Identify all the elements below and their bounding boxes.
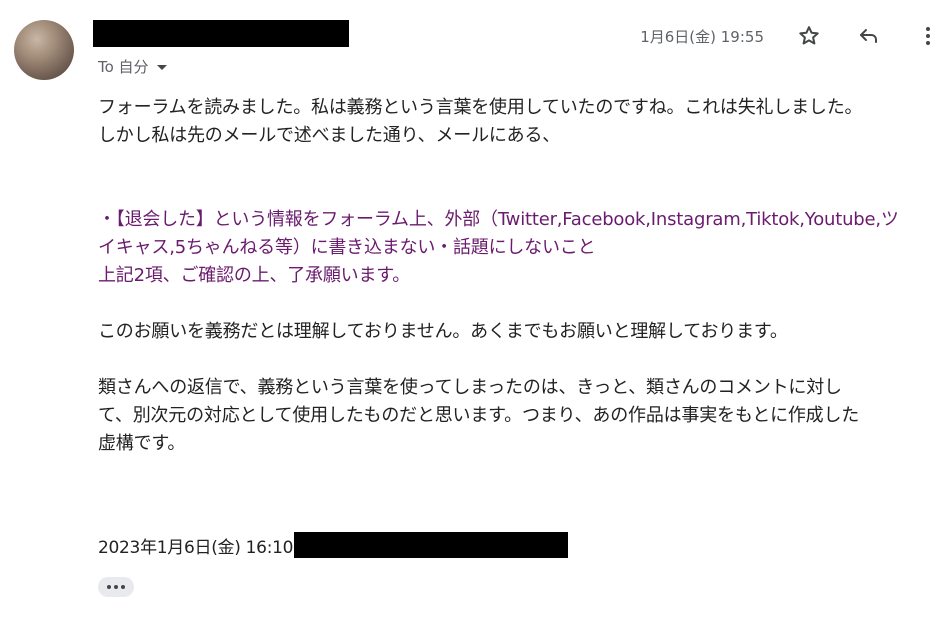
ellipsis-icon (107, 585, 111, 589)
quoted-header-date: 2023年1月6日(金) 16:10 (98, 537, 294, 558)
reply-icon (860, 29, 877, 43)
blank-space (98, 346, 944, 374)
message-date: 1月6日(金) 19:55 (640, 28, 764, 46)
body-line: 類さんへの返信で、義務という言葉を使ってしまったのは、きっと、類さんのコメントに… (98, 377, 842, 398)
body-paragraph: このお願いを義務だとは理解しておりません。あくまでもお願いと理解しております。 (98, 321, 788, 342)
sender-name-redacted (93, 20, 349, 47)
body-line: 虚構です。 (98, 433, 186, 454)
more-options-button[interactable] (914, 22, 942, 50)
recipient-details-toggle[interactable]: To 自分 (98, 56, 167, 76)
star-button[interactable] (795, 22, 823, 50)
ellipsis-icon (121, 585, 125, 589)
message-body: フォーラムを読みました。私は義務という言葉を使用していたのですね。これは失礼しま… (98, 94, 944, 458)
quoted-line: ・【退会した】という情報をフォーラム上、外部（Twitter,Facebook,… (98, 209, 899, 230)
body-line: て、別次元の対応として使用したものだと思います。つまり、あの作品は事実をもとに作… (98, 405, 860, 426)
body-line: しかし私は先のメールで述べました通り、メールにある、 (98, 125, 561, 146)
sender-avatar[interactable] (14, 20, 74, 80)
quoted-line: イキャス,5ちゃんねる等）に書き込まない・話題にしないこと (98, 237, 596, 258)
quoted-line: 上記2項、ご確認の上、了承願います。 (98, 265, 411, 286)
quoted-sender-redacted (294, 532, 569, 558)
recipient-label: To 自分 (98, 57, 149, 76)
blank-space (98, 290, 944, 318)
body-line: フォーラムを読みました。私は義務という言葉を使用していたのですね。これは失礼しま… (98, 97, 863, 118)
more-vertical-icon (926, 27, 930, 45)
quoted-header: 2023年1月6日(金) 16:10 (98, 532, 569, 558)
blank-space (98, 150, 944, 206)
caret-down-icon (156, 64, 167, 70)
ellipsis-icon (114, 585, 118, 589)
reply-button[interactable] (855, 22, 883, 50)
show-trimmed-content-button[interactable] (98, 577, 134, 597)
star-outline-icon (799, 26, 819, 45)
